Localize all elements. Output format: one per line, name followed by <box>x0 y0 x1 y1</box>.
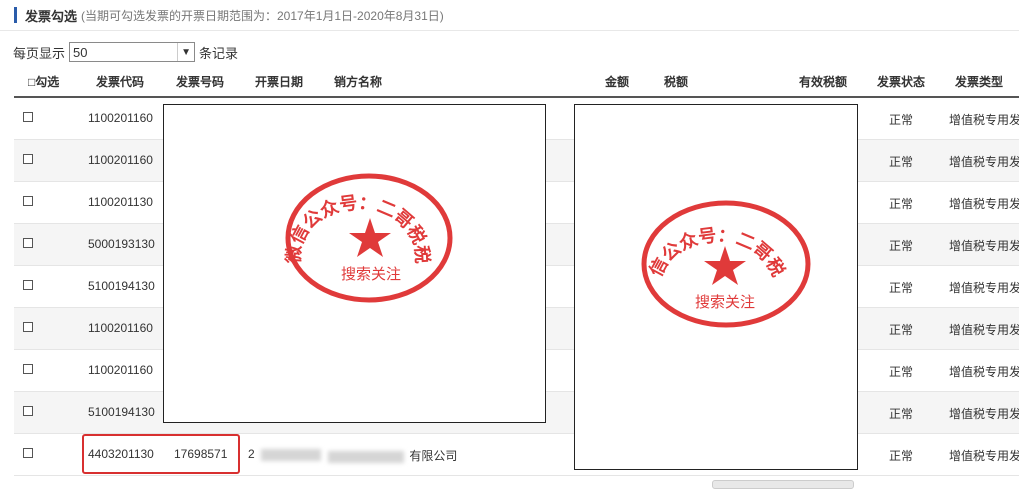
redacted-seller <box>328 450 404 463</box>
page-size-prefix: 每页显示 <box>13 45 66 61</box>
seal-stamp-right: 微信公众号：二哥税税 搜索关注 <box>575 105 811 328</box>
row-checkbox[interactable] <box>23 238 33 248</box>
section-header: 发票勾选 (当期可勾选发票的开票日期范围为：2017年1月1日-2020年8月3… <box>14 6 444 24</box>
invoice-type: 增值税专用发票 <box>949 197 1019 211</box>
invoice-code: 1100201160 <box>88 321 153 335</box>
header-divider <box>0 30 1019 31</box>
chevron-down-icon[interactable]: ▼ <box>177 43 194 61</box>
column-select-all[interactable]: □勾选 <box>28 73 59 90</box>
page-size-select[interactable]: 50 ▼ <box>69 42 196 62</box>
invoice-status: 正常 <box>889 407 914 421</box>
row-checkbox[interactable] <box>23 112 33 122</box>
invoice-code: 1100201160 <box>88 363 153 377</box>
seller-name-visible: 有限公司 <box>409 449 458 463</box>
row-checkbox[interactable] <box>23 406 33 416</box>
seller-name: 有限公司 <box>328 447 457 464</box>
invoice-status: 正常 <box>889 155 914 169</box>
invoice-type: 增值税专用发票 <box>949 239 1019 253</box>
invoice-status: 正常 <box>889 449 914 463</box>
row-checkbox[interactable] <box>23 196 33 206</box>
invoice-type: 增值税专用发票 <box>949 155 1019 169</box>
invoice-type: 增值税专用发票 <box>949 281 1019 295</box>
column-invoice-number: 发票号码 <box>176 75 225 89</box>
invoice-code: 5100194130 <box>88 405 155 419</box>
invoice-code: 5000193130 <box>88 237 155 251</box>
invoice-type: 增值税专用发票 <box>949 365 1019 379</box>
invoice-status: 正常 <box>889 239 914 253</box>
page-size-value: 50 <box>73 44 88 60</box>
invoice-code: 1100201160 <box>88 153 153 167</box>
stamp-overlay-right: 微信公众号：二哥税税 搜索关注 <box>574 104 858 470</box>
invoice-code: 5100194130 <box>88 279 155 293</box>
stamp-overlay-left: 微信公众号：二哥税税 搜索关注 <box>163 104 546 423</box>
stamp-arc-text: 微信公众号：二哥税税 <box>575 105 789 280</box>
invoice-status: 正常 <box>889 197 914 211</box>
issue-date: 2 <box>248 447 322 461</box>
table-header: □勾选 发票代码 发票号码 开票日期 销方名称 金额 税额 有效税额 发票状态 … <box>14 70 1019 98</box>
invoice-type: 增值税专用发票 <box>949 323 1019 337</box>
row-checkbox[interactable] <box>23 448 33 458</box>
page-size-suffix: 条记录 <box>199 45 239 61</box>
invoice-code: 1100201130 <box>88 195 153 209</box>
row-checkbox[interactable] <box>23 280 33 290</box>
title-accent-bar <box>14 7 17 23</box>
redacted-date <box>261 448 322 461</box>
invoice-status: 正常 <box>889 281 914 295</box>
page-size-control: 每页显示 50 ▼ 条记录 <box>13 40 238 64</box>
column-tax: 税额 <box>664 75 689 89</box>
column-invoice-type: 发票类型 <box>955 75 1004 89</box>
column-amount: 金额 <box>605 75 630 89</box>
invoice-status: 正常 <box>889 365 914 379</box>
row-checkbox[interactable] <box>23 364 33 374</box>
row-checkbox[interactable] <box>23 322 33 332</box>
horizontal-scrollbar[interactable] <box>712 480 854 489</box>
seal-stamp-left: 微信公众号：二哥税税 搜索关注 <box>283 173 453 303</box>
column-status: 发票状态 <box>877 75 926 89</box>
invoice-type: 增值税专用发票 <box>949 449 1019 463</box>
row-checkbox[interactable] <box>23 154 33 164</box>
svg-text:微信公众号：二哥税税: 微信公众号：二哥税税 <box>575 105 789 280</box>
column-invoice-code: 发票代码 <box>96 75 145 89</box>
stamp-bottom-text: 搜索关注 <box>341 265 401 283</box>
invoice-type: 增值税专用发票 <box>949 113 1019 127</box>
column-seller-name: 销方名称 <box>334 75 383 89</box>
invoice-type: 增值税专用发票 <box>949 407 1019 421</box>
invoice-status: 正常 <box>889 113 914 127</box>
date-range-note: (当期可勾选发票的开票日期范围为：2017年1月1日-2020年8月31日) <box>81 8 444 23</box>
invoice-status: 正常 <box>889 323 914 337</box>
highlight-box <box>82 434 240 474</box>
page-title: 发票勾选 <box>25 8 78 24</box>
invoice-code: 1100201160 <box>88 111 153 125</box>
issue-date-visible: 2 <box>248 447 255 461</box>
column-valid-tax: 有效税额 <box>799 75 848 89</box>
stamp-bottom-text: 搜索关注 <box>695 293 755 311</box>
column-issue-date: 开票日期 <box>255 75 304 89</box>
